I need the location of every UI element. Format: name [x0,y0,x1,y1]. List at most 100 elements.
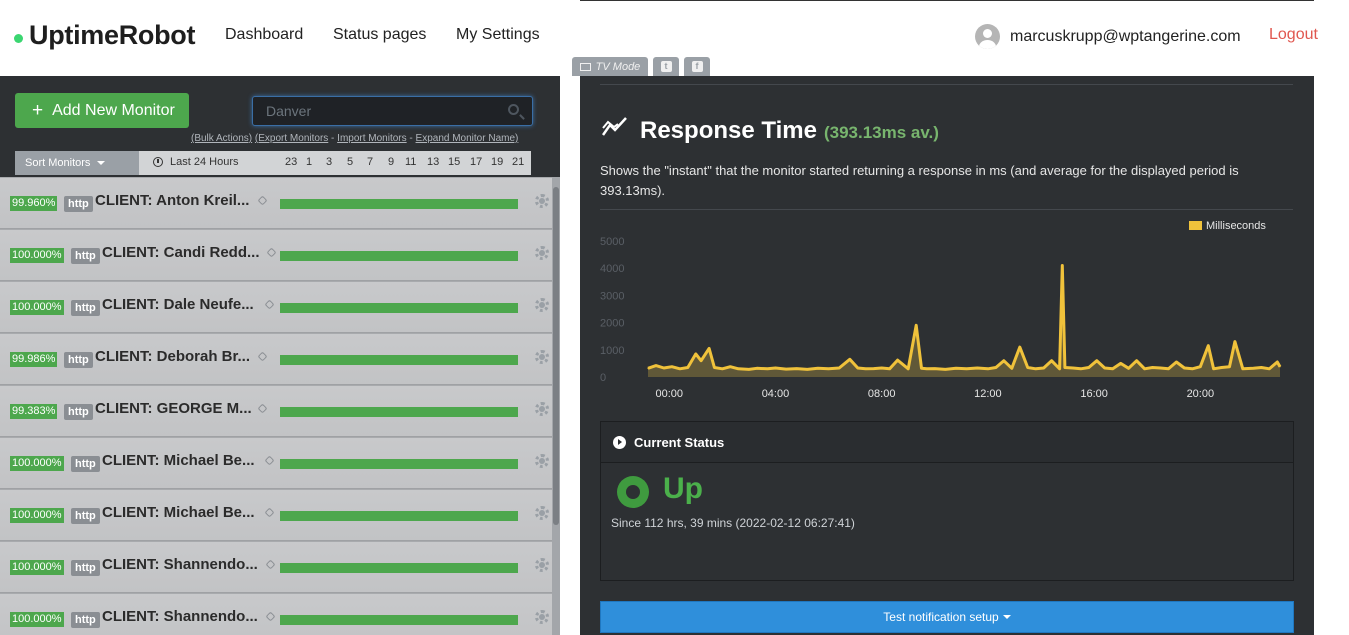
uptime-bar [280,355,518,365]
monitor-row[interactable]: 100.000% http CLIENT: Michael Be... [0,437,560,489]
nav-status-pages[interactable]: Status pages [333,26,426,44]
expand-monitor-name-link[interactable]: Expand Monitor Name) [416,133,519,144]
data-point [774,367,777,369]
nav-dashboard[interactable]: Dashboard [225,26,303,44]
y-tick-label: 5000 [600,236,624,248]
monitor-type-badge: http [71,456,100,472]
monitor-type-badge: http [64,196,93,212]
monitor-row[interactable]: 100.000% http CLIENT: Dale Neufe... [0,281,560,333]
data-point [838,367,840,369]
data-point [873,368,875,370]
link-icon[interactable] [257,195,268,206]
monitor-type-badge: http [71,560,100,576]
twitter-icon: t [660,61,672,72]
link-icon[interactable] [257,403,268,414]
link-icon[interactable] [264,455,275,466]
monitor-name[interactable]: CLIENT: Shannendo... [102,608,258,625]
uptime-badge: 100.000% [10,508,64,523]
data-point [1167,368,1170,370]
link-icon[interactable] [264,507,275,518]
link-icon[interactable] [265,611,276,622]
link-icon[interactable] [257,351,268,362]
current-status-header[interactable]: Current Status [601,422,1293,463]
nav-my-settings[interactable]: My Settings [456,26,540,44]
data-point [955,367,957,369]
add-new-monitor-button[interactable]: + Add New Monitor [15,93,189,128]
user-menu[interactable]: marcuskrupp@wptangerine.com [975,24,1241,49]
facebook-share-button[interactable]: f [684,57,710,76]
link-icon[interactable] [264,299,275,310]
monitor-name[interactable]: CLIENT: Michael Be... [102,452,255,469]
gear-icon[interactable] [535,558,549,572]
monitor-row[interactable]: 100.000% http CLIENT: Shannendo... [0,541,560,593]
monitor-row[interactable]: 100.000% http CLIENT: Michael Be... [0,489,560,541]
logout-link[interactable]: Logout [1269,26,1318,44]
uptime-badge: 100.000% [10,248,64,263]
export-monitors-link[interactable]: (Export Monitors [255,133,328,144]
monitor-row[interactable]: 100.000% http CLIENT: Candi Redd... [0,229,560,281]
monitor-name[interactable]: CLIENT: Shannendo... [102,556,258,573]
data-point [796,368,798,370]
gear-icon[interactable] [535,402,549,416]
gear-icon[interactable] [535,454,549,468]
monitor-row[interactable]: 99.960% http CLIENT: Anton Kreil... [0,177,560,229]
top-divider [580,0,1314,1]
data-point [713,366,715,369]
monitor-row[interactable]: 99.986% http CLIENT: Deborah Br... [0,333,560,385]
gear-icon[interactable] [535,194,549,208]
data-point [1043,367,1045,369]
data-point [1088,366,1090,369]
monitor-name[interactable]: CLIENT: GEORGE M... [95,400,252,417]
caret-down-icon [97,161,106,165]
monitor-search [252,96,533,126]
data-point [1260,366,1262,369]
monitor-name[interactable]: CLIENT: Candi Redd... [102,244,260,261]
logo[interactable]: UptimeRobot [14,20,195,51]
monitor-name[interactable]: CLIENT: Deborah Br... [95,348,250,365]
legend-swatch [1189,221,1202,230]
gear-icon[interactable] [535,610,549,624]
import-monitors-link[interactable]: Import Monitors [337,133,406,144]
data-point [1175,361,1177,363]
hour-tick: 13 [427,156,440,168]
data-point [1221,366,1223,369]
gear-icon[interactable] [535,246,549,260]
caret-down-icon [1002,615,1011,619]
sort-monitors-dropdown[interactable]: Sort Monitors [15,151,139,175]
search-input[interactable] [253,97,483,125]
monitor-row[interactable]: 100.000% http CLIENT: Shannendo... [0,593,560,635]
monitor-row[interactable]: 99.383% http CLIENT: GEORGE M... [0,385,560,437]
data-point [1064,366,1066,369]
data-point [944,368,946,370]
monitor-name[interactable]: CLIENT: Dale Neufe... [102,296,254,313]
monitor-name[interactable]: CLIENT: Michael Be... [102,504,255,521]
link-icon[interactable] [266,247,277,258]
data-point [817,367,819,369]
tv-mode-button[interactable]: TV Mode [572,57,648,76]
search-icon[interactable] [508,104,519,115]
monitor-type-badge: http [71,612,100,628]
monitor-name[interactable]: CLIENT: Anton Kreil... [95,192,249,209]
link-icon[interactable] [265,559,276,570]
data-point [1144,368,1146,370]
play-circle-icon [613,435,626,449]
data-point [1234,341,1236,343]
gear-icon[interactable] [535,506,549,520]
tv-mode-label: TV Mode [595,60,641,73]
facebook-icon: f [691,61,703,72]
uptime-bar [280,407,518,417]
monitor-list-scrollbar[interactable] [552,177,560,635]
uptime-badge: 100.000% [10,560,64,575]
test-notification-button[interactable]: Test notification setup [600,601,1294,633]
data-point [1072,367,1074,369]
gear-icon[interactable] [535,298,549,312]
bulk-actions-link[interactable]: (Bulk Actions) [191,133,252,144]
uptime-badge: 100.000% [10,300,64,315]
plus-icon: + [32,100,44,121]
data-point [897,359,899,361]
scrollbar-thumb[interactable] [553,187,559,525]
gear-icon[interactable] [535,350,549,364]
user-email: marcuskrupp@wptangerine.com [1010,27,1241,45]
twitter-share-button[interactable]: t [653,57,679,76]
status-since: Since 112 hrs, 39 mins (2022-02-12 06:27… [611,516,855,530]
